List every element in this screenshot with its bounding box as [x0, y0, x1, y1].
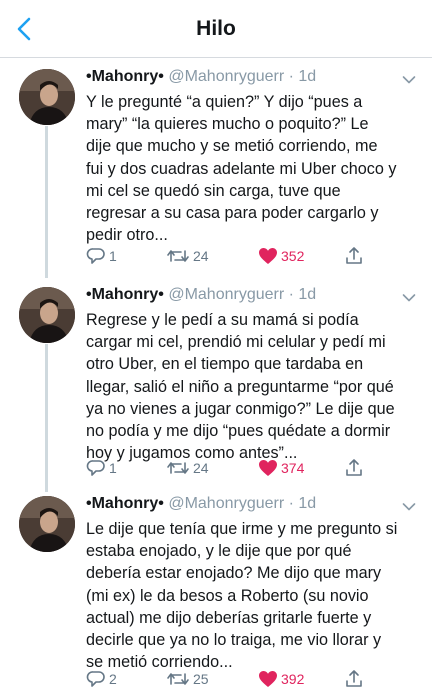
- tweet-text-line: llegar, salió el niño a preguntarme “por…: [86, 377, 394, 396]
- user-handle[interactable]: @Mahonryguerr: [168, 68, 284, 85]
- separator-dot: ·: [288, 495, 294, 512]
- share-icon: [346, 247, 362, 264]
- reply-button[interactable]: 1: [86, 456, 117, 480]
- reply-count: 2: [109, 671, 117, 687]
- profile-photo-icon: [19, 69, 75, 125]
- avatar[interactable]: [19, 287, 75, 343]
- share-button[interactable]: [344, 244, 364, 268]
- share-button[interactable]: [344, 456, 364, 480]
- separator-dot: ·: [288, 68, 294, 85]
- like-button[interactable]: 352: [258, 244, 304, 268]
- heart-icon: [259, 460, 277, 476]
- tweet-text-line: Le dije que tenía que irme y me pregunto…: [86, 520, 398, 538]
- tweet-text-line: cargar mi cel, prendió mi celular y pedí…: [86, 333, 386, 352]
- reply-count: 1: [109, 248, 117, 264]
- tweet-actions: 2 25 392: [86, 667, 386, 691]
- like-count: 352: [281, 248, 305, 264]
- timestamp[interactable]: 1d: [298, 495, 316, 512]
- tweet-text-line: regresar a su casa para poder cargarlo y: [86, 204, 379, 223]
- retweet-button[interactable]: 24: [166, 244, 209, 268]
- reply-icon: [86, 460, 105, 476]
- heart-icon: [259, 248, 277, 264]
- share-button[interactable]: [344, 667, 364, 691]
- display-name[interactable]: •Mahonry•: [86, 68, 164, 85]
- tweet-text-line: otro Uber, en el tiempo que tardaba en: [86, 355, 364, 374]
- share-icon: [346, 459, 362, 476]
- like-count: 374: [281, 460, 305, 476]
- retweet-count: 24: [193, 248, 209, 264]
- timestamp[interactable]: 1d: [298, 286, 316, 303]
- tweet-text-line: fui y dos cuadras adelante mi Uber choco…: [86, 159, 397, 178]
- user-handle[interactable]: @Mahonryguerr: [168, 495, 284, 512]
- avatar[interactable]: [19, 496, 75, 552]
- like-button[interactable]: 392: [258, 667, 304, 691]
- chevron-down-icon: [402, 76, 416, 84]
- tweet-actions: 1 24 352: [86, 244, 386, 268]
- tweet-text-line: ya no vienes a jugar conmigo?” Le dije q…: [86, 399, 395, 418]
- tweet[interactable]: •Mahonry• @Mahonryguerr · 1d Regrese y l…: [0, 276, 432, 490]
- tweet-text-line: (mi ex) le da besos a Roberto (su novio: [86, 586, 369, 605]
- retweet-button[interactable]: 25: [166, 667, 209, 691]
- more-options-button[interactable]: [402, 290, 416, 302]
- tweet-meta: •Mahonry• @Mahonryguerr · 1d: [86, 495, 316, 513]
- like-count: 392: [281, 671, 305, 687]
- tweet-text-line: mi cel se quedó sin carga, tuve que: [86, 181, 341, 200]
- tweet-meta: •Mahonry• @Mahonryguerr · 1d: [86, 286, 316, 304]
- timestamp[interactable]: 1d: [298, 68, 316, 85]
- retweet-icon: [167, 462, 189, 474]
- tweet-text-line: mary” “la quieres mucho o poquito?” Le: [86, 115, 369, 134]
- retweet-count: 24: [193, 460, 209, 476]
- retweet-icon: [167, 250, 189, 262]
- more-options-button[interactable]: [402, 499, 416, 511]
- like-button[interactable]: 374: [258, 456, 304, 480]
- retweet-count: 25: [193, 671, 209, 687]
- tweet-text-line: decirle que ya no lo traiga, me vio llor…: [86, 631, 382, 650]
- avatar[interactable]: [19, 69, 75, 125]
- tweet-text-line: estaba enojado, y le dije que por qué: [86, 542, 352, 561]
- tweet-actions: 1 24 374: [86, 456, 386, 480]
- profile-photo-icon: [19, 496, 75, 552]
- tweet[interactable]: •Mahonry• @Mahonryguerr · 1d Y le pregun…: [0, 58, 432, 274]
- tweet-meta: •Mahonry• @Mahonryguerr · 1d: [86, 68, 316, 86]
- tweet[interactable]: •Mahonry• @Mahonryguerr · 1d Le dije que…: [0, 485, 432, 700]
- reply-count: 1: [109, 460, 117, 476]
- retweet-icon: [167, 673, 189, 685]
- chevron-down-icon: [402, 503, 416, 511]
- profile-photo-icon: [19, 287, 75, 343]
- tweet-text-line: dije que mucho y se metió corriendo, me: [86, 137, 378, 156]
- display-name[interactable]: •Mahonry•: [86, 495, 164, 512]
- chevron-down-icon: [402, 294, 416, 302]
- reply-button[interactable]: 2: [86, 667, 117, 691]
- share-icon: [346, 670, 362, 687]
- heart-icon: [259, 671, 277, 687]
- tweet-text: Le dije que tenía que irme y me pregunto…: [86, 518, 420, 673]
- more-options-button[interactable]: [402, 72, 416, 84]
- user-handle[interactable]: @Mahonryguerr: [168, 286, 284, 303]
- reply-button[interactable]: 1: [86, 244, 117, 268]
- display-name[interactable]: •Mahonry•: [86, 286, 164, 303]
- tweet-text-line: Regrese y le pedí a su mamá si podía: [86, 311, 359, 329]
- separator-dot: ·: [288, 286, 294, 303]
- reply-icon: [86, 248, 105, 264]
- tweet-text-line: actual) me dijo deberías gritarle fuerte…: [86, 608, 372, 627]
- tweet-text: Y le pregunté “a quien?” Y dijo “pues a …: [86, 91, 420, 246]
- reply-icon: [86, 671, 105, 687]
- tweet-text-line: Y le pregunté “a quien?” Y dijo “pues a: [86, 93, 363, 111]
- thread-header: Hilo: [0, 0, 432, 58]
- page-title: Hilo: [196, 17, 236, 40]
- retweet-button[interactable]: 24: [166, 456, 209, 480]
- tweet-text-line: no podía y me dijo “pues quédate a dormi…: [86, 422, 391, 441]
- tweet-text-line: debería estar enojado? Me dijo que mary: [86, 564, 382, 583]
- tweet-text: Regrese y le pedí a su mamá si podía car…: [86, 309, 420, 464]
